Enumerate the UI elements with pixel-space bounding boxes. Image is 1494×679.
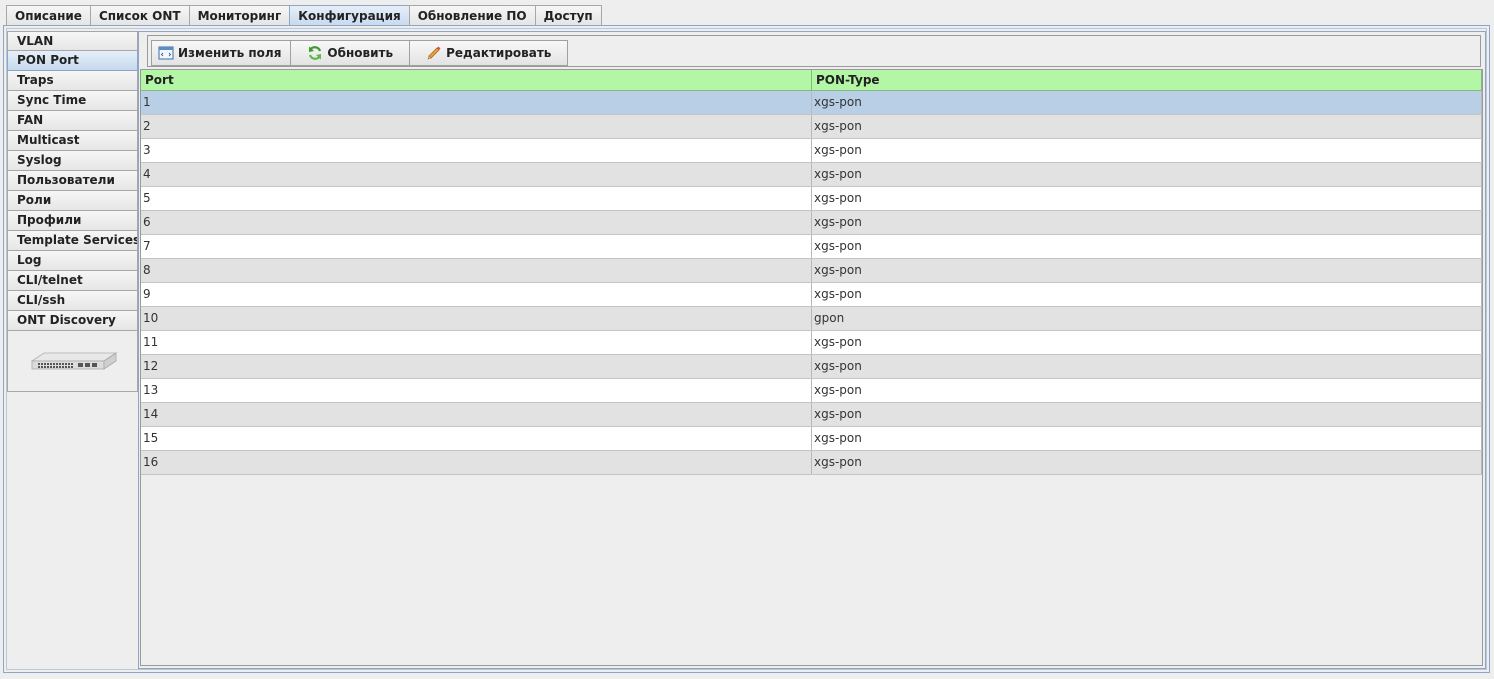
tab-monitoring[interactable]: Мониторинг: [188, 5, 291, 26]
config-sidebar: VLAN PON Port Traps Sync Time FAN Multic…: [7, 31, 138, 392]
refresh-button[interactable]: Обновить: [290, 40, 411, 66]
table-row[interactable]: 8 xgs-pon: [141, 259, 1482, 283]
port-cell: 10: [141, 307, 812, 330]
sidebar-item-vlan[interactable]: VLAN: [7, 31, 138, 51]
pon-type-cell: xgs-pon: [812, 259, 1482, 282]
sidebar-item-fan[interactable]: FAN: [7, 111, 138, 131]
port-cell: 3: [141, 139, 812, 162]
port-cell: 5: [141, 187, 812, 210]
table-row[interactable]: 9 xgs-pon: [141, 283, 1482, 307]
port-cell: 14: [141, 403, 812, 426]
table-row[interactable]: 3 xgs-pon: [141, 139, 1482, 163]
sidebar-item-ont-discovery[interactable]: ONT Discovery: [7, 311, 138, 331]
table-row[interactable]: 2 xgs-pon: [141, 115, 1482, 139]
pon-port-panel: Изменить поля Обновить Редактировать Por…: [138, 31, 1486, 669]
sidebar-item-multicast[interactable]: Multicast: [7, 131, 138, 151]
refresh-icon: [309, 46, 322, 60]
edit-label: Редактировать: [446, 46, 552, 60]
pon-type-cell: xgs-pon: [812, 451, 1482, 474]
table-row[interactable]: 6 xgs-pon: [141, 211, 1482, 235]
port-cell: 2: [141, 115, 812, 138]
sidebar-item-roles[interactable]: Роли: [7, 191, 138, 211]
table-row[interactable]: 7 xgs-pon: [141, 235, 1482, 259]
table-row[interactable]: 15 xgs-pon: [141, 427, 1482, 451]
port-cell: 16: [141, 451, 812, 474]
pon-type-cell: xgs-pon: [812, 91, 1482, 114]
sidebar-item-template-services[interactable]: Template Services: [7, 231, 138, 251]
table-row[interactable]: 14 xgs-pon: [141, 403, 1482, 427]
pon-type-cell: xgs-pon: [812, 163, 1482, 186]
table-body: 1 xgs-pon 2 xgs-pon 3 xgs-pon 4 xgs-pon …: [141, 91, 1482, 475]
sidebar-item-users[interactable]: Пользователи: [7, 171, 138, 191]
edit-button[interactable]: Редактировать: [409, 40, 569, 66]
edit-fields-label: Изменить поля: [178, 46, 282, 60]
tab-configuration[interactable]: Конфигурация: [289, 5, 410, 26]
sidebar-item-sync-time[interactable]: Sync Time: [7, 91, 138, 111]
pon-type-cell: xgs-pon: [812, 139, 1482, 162]
sidebar-item-pon-port[interactable]: PON Port: [7, 51, 138, 71]
pon-type-cell: xgs-pon: [812, 211, 1482, 234]
pon-type-cell: xgs-pon: [812, 283, 1482, 306]
pon-type-cell: gpon: [812, 307, 1482, 330]
pon-type-cell: xgs-pon: [812, 379, 1482, 402]
column-header-pon-type[interactable]: PON-Type: [812, 70, 1482, 90]
pon-type-cell: xgs-pon: [812, 355, 1482, 378]
columns-icon: [158, 46, 174, 60]
port-cell: 4: [141, 163, 812, 186]
port-cell: 6: [141, 211, 812, 234]
pon-type-cell: xgs-pon: [812, 187, 1482, 210]
toolbar-frame: Изменить поля Обновить Редактировать: [147, 35, 1481, 67]
port-cell: 7: [141, 235, 812, 258]
pon-port-table: Port PON-Type 1 xgs-pon 2 xgs-pon 3 xgs-…: [140, 69, 1483, 666]
table-row[interactable]: 11 xgs-pon: [141, 331, 1482, 355]
sidebar-item-profiles[interactable]: Профили: [7, 211, 138, 231]
table-row[interactable]: 13 xgs-pon: [141, 379, 1482, 403]
tab-firmware-update[interactable]: Обновление ПО: [408, 5, 536, 26]
table-row[interactable]: 10 gpon: [141, 307, 1482, 331]
table-row[interactable]: 16 xgs-pon: [141, 451, 1482, 475]
table-row[interactable]: 12 xgs-pon: [141, 355, 1482, 379]
edit-fields-button[interactable]: Изменить поля: [151, 40, 292, 66]
port-cell: 13: [141, 379, 812, 402]
main-tab-bar: Описание Список ONT Мониторинг Конфигура…: [6, 5, 602, 26]
refresh-label: Обновить: [327, 46, 394, 60]
sidebar-item-cli-telnet[interactable]: CLI/telnet: [7, 271, 138, 291]
sidebar-item-traps[interactable]: Traps: [7, 71, 138, 91]
port-cell: 9: [141, 283, 812, 306]
pon-type-cell: xgs-pon: [812, 331, 1482, 354]
sidebar-item-log[interactable]: Log: [7, 251, 138, 271]
olt-device-icon: [30, 352, 118, 370]
table-header: Port PON-Type: [141, 70, 1482, 91]
port-cell: 12: [141, 355, 812, 378]
tab-description[interactable]: Описание: [6, 5, 91, 26]
sidebar-item-cli-ssh[interactable]: CLI/ssh: [7, 291, 138, 311]
tab-access[interactable]: Доступ: [534, 5, 602, 26]
pon-type-cell: xgs-pon: [812, 235, 1482, 258]
column-header-port[interactable]: Port: [141, 70, 812, 90]
sidebar-item-syslog[interactable]: Syslog: [7, 151, 138, 171]
toolbar: Изменить поля Обновить Редактировать: [151, 40, 569, 66]
pon-type-cell: xgs-pon: [812, 115, 1482, 138]
pon-type-cell: xgs-pon: [812, 403, 1482, 426]
port-cell: 11: [141, 331, 812, 354]
table-row[interactable]: 1 xgs-pon: [141, 91, 1482, 115]
port-cell: 8: [141, 259, 812, 282]
table-row[interactable]: 5 xgs-pon: [141, 187, 1482, 211]
table-row[interactable]: 4 xgs-pon: [141, 163, 1482, 187]
device-image: [7, 331, 138, 392]
pencil-icon: [427, 46, 441, 60]
port-cell: 15: [141, 427, 812, 450]
tab-ont-list[interactable]: Список ONT: [89, 5, 190, 26]
pon-type-cell: xgs-pon: [812, 427, 1482, 450]
port-cell: 1: [141, 91, 812, 114]
